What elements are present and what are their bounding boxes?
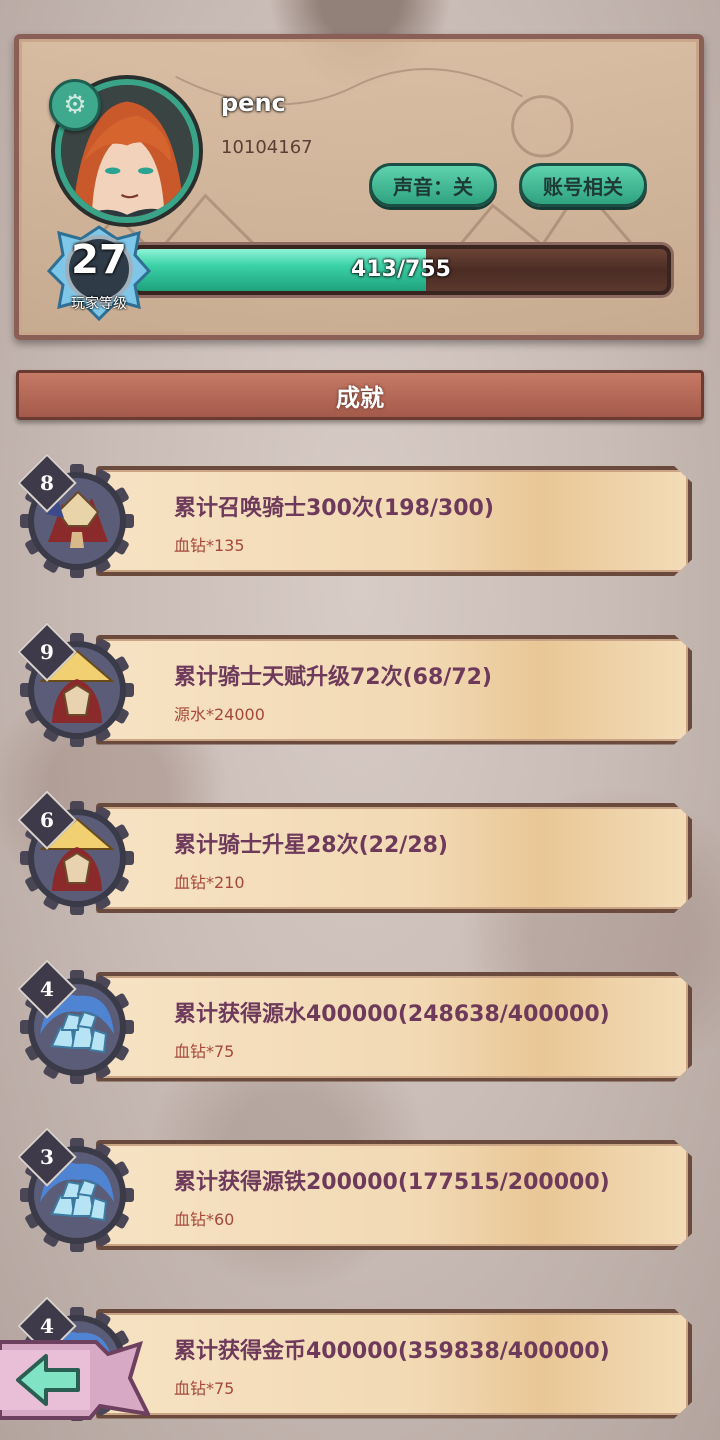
achievement-tier-number: 6: [40, 808, 54, 832]
achievement-card: 累计骑士升星28次(22/28) 血钻*210: [96, 803, 692, 913]
xp-progress-bar: 413/755: [131, 245, 671, 295]
achievement-card: 累计召唤骑士300次(198/300) 血钻*135: [96, 466, 692, 576]
achievement-item[interactable]: 累计获得源水400000(248638/400000) 血钻*75 4: [17, 958, 698, 1092]
achievement-title: 累计获得源水400000(248638/400000): [174, 1001, 610, 1027]
player-level: 27: [71, 237, 127, 283]
achievement-title: 累计获得源铁200000(177515/200000): [174, 1170, 610, 1195]
player-id: 10104167: [221, 137, 313, 158]
sound-toggle-button[interactable]: 声音：关: [369, 163, 497, 207]
section-title: 成就: [16, 370, 704, 420]
player-name: penc: [221, 89, 286, 117]
achievement-tier-number: 9: [40, 639, 54, 664]
player-level-label: 玩家等级: [71, 296, 127, 312]
gear-icon[interactable]: ⚙: [49, 79, 101, 131]
achievement-card: 累计获得源水400000(248638/400000) 血钻*75: [96, 971, 692, 1082]
achievement-card: 累计获得金币400000(359838/400000) 血钻*75: [96, 1308, 692, 1419]
account-button[interactable]: 账号相关: [519, 163, 647, 207]
achievement-reward: 血钻*75: [174, 1378, 235, 1398]
achievement-reward: 血钻*75: [174, 1041, 235, 1061]
achievement-reward: 血钻*60: [174, 1210, 235, 1229]
achievement-reward: 源水*24000: [174, 704, 265, 724]
achievement-reward: 血钻*210: [174, 873, 245, 892]
achievement-item[interactable]: 累计骑士天赋升级72次(68/72) 源水*24000 9: [17, 621, 698, 755]
achievement-item[interactable]: 累计骑士升星28次(22/28) 血钻*210 6: [17, 790, 698, 923]
back-button[interactable]: [0, 1334, 152, 1424]
achievement-card: 累计骑士天赋升级72次(68/72) 源水*24000: [96, 634, 692, 745]
achievement-title: 累计获得金币400000(359838/400000): [174, 1338, 610, 1364]
achievement-title: 累计骑士天赋升级72次(68/72): [174, 664, 492, 690]
achievement-tier-number: 8: [40, 471, 54, 495]
profile-panel: ⚙ penc 10104167 声音：关 账号相关 413/755 27 玩家等…: [14, 34, 704, 340]
achievement-tier-number: 3: [40, 1145, 54, 1169]
achievement-title: 累计召唤骑士300次(198/300): [174, 496, 494, 521]
achievement-tier-number: 4: [40, 976, 54, 1001]
xp-text: 413/755: [351, 257, 451, 282]
achievement-reward: 血钻*135: [174, 536, 245, 555]
achievement-item[interactable]: 累计获得源铁200000(177515/200000) 血钻*60 3: [17, 1127, 698, 1260]
level-badge: 27 玩家等级: [47, 225, 151, 323]
achievement-title: 累计骑士升星28次(22/28): [174, 833, 448, 858]
achievement-item[interactable]: 累计召唤骑士300次(198/300) 血钻*135 8: [17, 453, 698, 586]
achievement-card: 累计获得源铁200000(177515/200000) 血钻*60: [96, 1140, 692, 1250]
